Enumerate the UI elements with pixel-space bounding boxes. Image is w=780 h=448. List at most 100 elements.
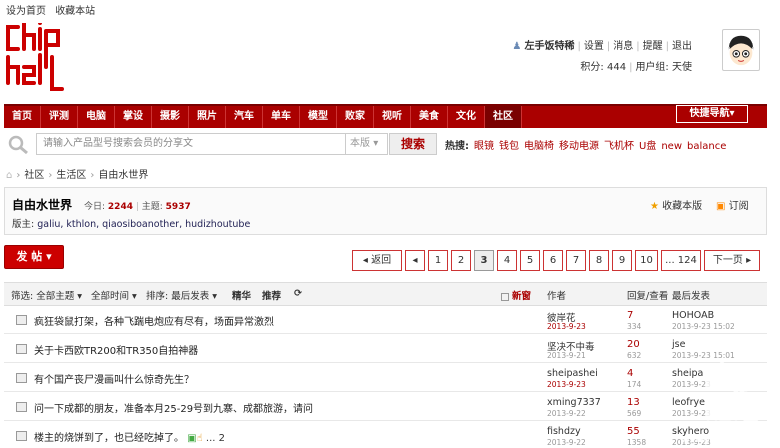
thread-reply-count: 4 [627,368,634,379]
topic-filter[interactable]: 筛选: 全部主题 ▾ [11,288,82,302]
quick-nav-button[interactable]: 快捷导航▾ [676,105,748,123]
hot-search-link[interactable]: 移动电源 [559,141,599,152]
thread-last-poster[interactable]: jse [672,339,685,350]
settings-link[interactable]: 设置 [584,41,604,52]
watermark-url: www.chiphell.com [680,432,778,445]
page-link[interactable]: 4 [497,250,517,271]
set-homepage-link[interactable]: 设为首页 [6,6,46,17]
nav-item[interactable]: 文化 [448,106,485,128]
back-button[interactable]: ◂ 返回 [352,250,402,271]
username-link[interactable]: 左手饭特稀 [525,41,575,52]
hot-search-link[interactable]: 眼镜 [474,141,494,152]
hot-search-link[interactable]: balance [687,141,726,152]
search-input[interactable]: 请输入产品型号搜索会员的分享文 [36,133,346,155]
page-link[interactable]: 5 [520,250,540,271]
nav-item[interactable]: 评测 [41,106,78,128]
remind-link[interactable]: 提醒 [643,41,663,52]
thread-last-date[interactable]: 2013-9-23 15:01 [672,351,735,360]
star-icon: ★ [650,201,659,212]
thread-row: 有个国产丧尸漫画叫什么惊奇先生？ sheipashei 2013-9-23 4 174 s… [4,366,767,392]
thread-filter-bar: 筛选: 全部主题 ▾ 全部时间 ▾ 排序: 最后发表 ▾ 精华 推荐 ⟳ 新窗 … [4,282,767,306]
refresh-icon[interactable]: ⟳ [294,288,302,299]
hot-search-link[interactable]: 电脑椅 [524,141,554,152]
messages-link[interactable]: 消息 [613,41,633,52]
breadcrumb-item[interactable]: 自由水世界 [98,170,148,181]
nav-item[interactable]: 单车 [263,106,300,128]
thread-author[interactable]: sheipashei [547,368,598,379]
thread-view-count: 174 [627,380,642,389]
page-link[interactable]: 9 [612,250,632,271]
breadcrumb-item[interactable]: 社区 [24,170,44,181]
prev-page-button[interactable]: ◂ [405,250,425,271]
sort-filter[interactable]: 排序: 最后发表 ▾ [146,288,217,302]
thread-reply-count: 55 [627,426,640,437]
thread-last-date[interactable]: 2013-9-23 15:02 [672,322,735,331]
breadcrumb: ⌂ › 社区 › 生活区 › 自由水世界 [6,170,149,181]
page-link[interactable]: 2 [451,250,471,271]
page-link[interactable]: 7 [566,250,586,271]
thread-row: 疯狂袋鼠打架，各种飞踹电炮应有尽有，场面异常激烈 彼岸花 2013-9-23 7 334… [4,308,767,334]
hot-search-link[interactable]: new [661,141,682,152]
home-icon[interactable]: ⌂ [6,170,12,181]
nav-item[interactable]: 社区 [485,106,522,128]
thread-title[interactable]: 关于卡西欧TR200和TR350自拍神器 [34,342,198,357]
time-filter[interactable]: 全部时间 ▾ [91,288,137,302]
new-window-toggle[interactable]: 新窗 [501,288,531,302]
moderator-list[interactable]: galiu, kthlon, qiaosiboanother, hudizhou… [37,219,250,230]
points-link[interactable]: 积分: 444 [580,62,626,73]
search-icon [8,135,28,155]
page-link[interactable]: 1 [428,250,448,271]
thread-icon [16,402,27,412]
thread-page-link[interactable]: ... 2 [206,433,225,444]
favorite-forum-button[interactable]: ★ 收藏本版 [650,197,702,212]
recommend-filter[interactable]: 推荐 [262,288,281,302]
chiphell-logo[interactable] [4,23,66,95]
thread-last-poster[interactable]: HOHOAB [672,310,714,321]
hot-search-link[interactable]: 钱包 [499,141,519,152]
page-link[interactable]: ... 124 [661,250,701,271]
nav-item[interactable]: 掌设 [115,106,152,128]
thread-title[interactable]: 楼主的烧饼到了，也已经吃掉了。 ▣☝ ... 2 [34,429,225,444]
page-link[interactable]: 6 [543,250,563,271]
thread-view-count: 1358 [627,438,647,447]
pagination: ◂ 返回 ◂ 1 2 3 4 5 6 7 8 9 10... 124 下一页 ▸ [352,250,760,271]
thread-title[interactable]: 有个国产丧尸漫画叫什么惊奇先生？ [34,371,194,386]
thumbs-up-icon: ☝ [196,433,203,444]
hot-search-link[interactable]: U盘 [639,141,656,152]
bookmark-site-link[interactable]: 收藏本站 [55,6,95,17]
nav-item[interactable]: 美食 [411,106,448,128]
thread-icon [16,431,27,441]
search-scope-select[interactable]: 本版 ▾ [346,133,388,155]
user-group-link[interactable]: 用户组: 天使 [635,62,692,73]
nav-item[interactable]: 照片 [189,106,226,128]
thread-author[interactable]: fishdzy [547,426,581,437]
thread-view-count: 569 [627,409,642,418]
nav-item[interactable]: 摄影 [152,106,189,128]
avatar[interactable] [722,29,760,71]
page-link[interactable]: 8 [589,250,609,271]
current-page[interactable]: 3 [474,250,494,271]
rss-icon: ▣ [716,201,726,212]
nav-item[interactable]: 汽车 [226,106,263,128]
logout-link[interactable]: 退出 [672,41,692,52]
thread-icon [16,373,27,383]
thread-author[interactable]: xming7337 [547,397,601,408]
hot-search-link[interactable]: 飞机杯 [604,141,634,152]
nav-item[interactable]: 电脑 [78,106,115,128]
page-link[interactable]: 10 [635,250,658,271]
thread-title[interactable]: 问一下成都的朋友，准备本月25-29号到九寨、成都旅游，请问 [34,400,313,415]
nav-item[interactable]: 首页 [4,106,41,128]
thread-reply-count: 13 [627,397,640,408]
next-page-button[interactable]: 下一页 ▸ [704,250,760,271]
nav-item[interactable]: 视听 [374,106,411,128]
rss-button[interactable]: ▣ 订阅 [716,197,749,212]
digest-filter[interactable]: 精华 [232,288,251,302]
breadcrumb-item[interactable]: 生活区 [56,170,86,181]
thread-title[interactable]: 疯狂袋鼠打架，各种飞踹电炮应有尽有，场面异常激烈 [34,313,274,328]
new-post-button[interactable]: 发 帖 ▾ [4,245,64,269]
nav-item[interactable]: 模型 [300,106,337,128]
chevron-down-icon: ▾ [373,138,379,149]
checkbox[interactable] [501,292,509,301]
nav-item[interactable]: 败家 [337,106,374,128]
search-button[interactable]: 搜索 [389,133,437,155]
